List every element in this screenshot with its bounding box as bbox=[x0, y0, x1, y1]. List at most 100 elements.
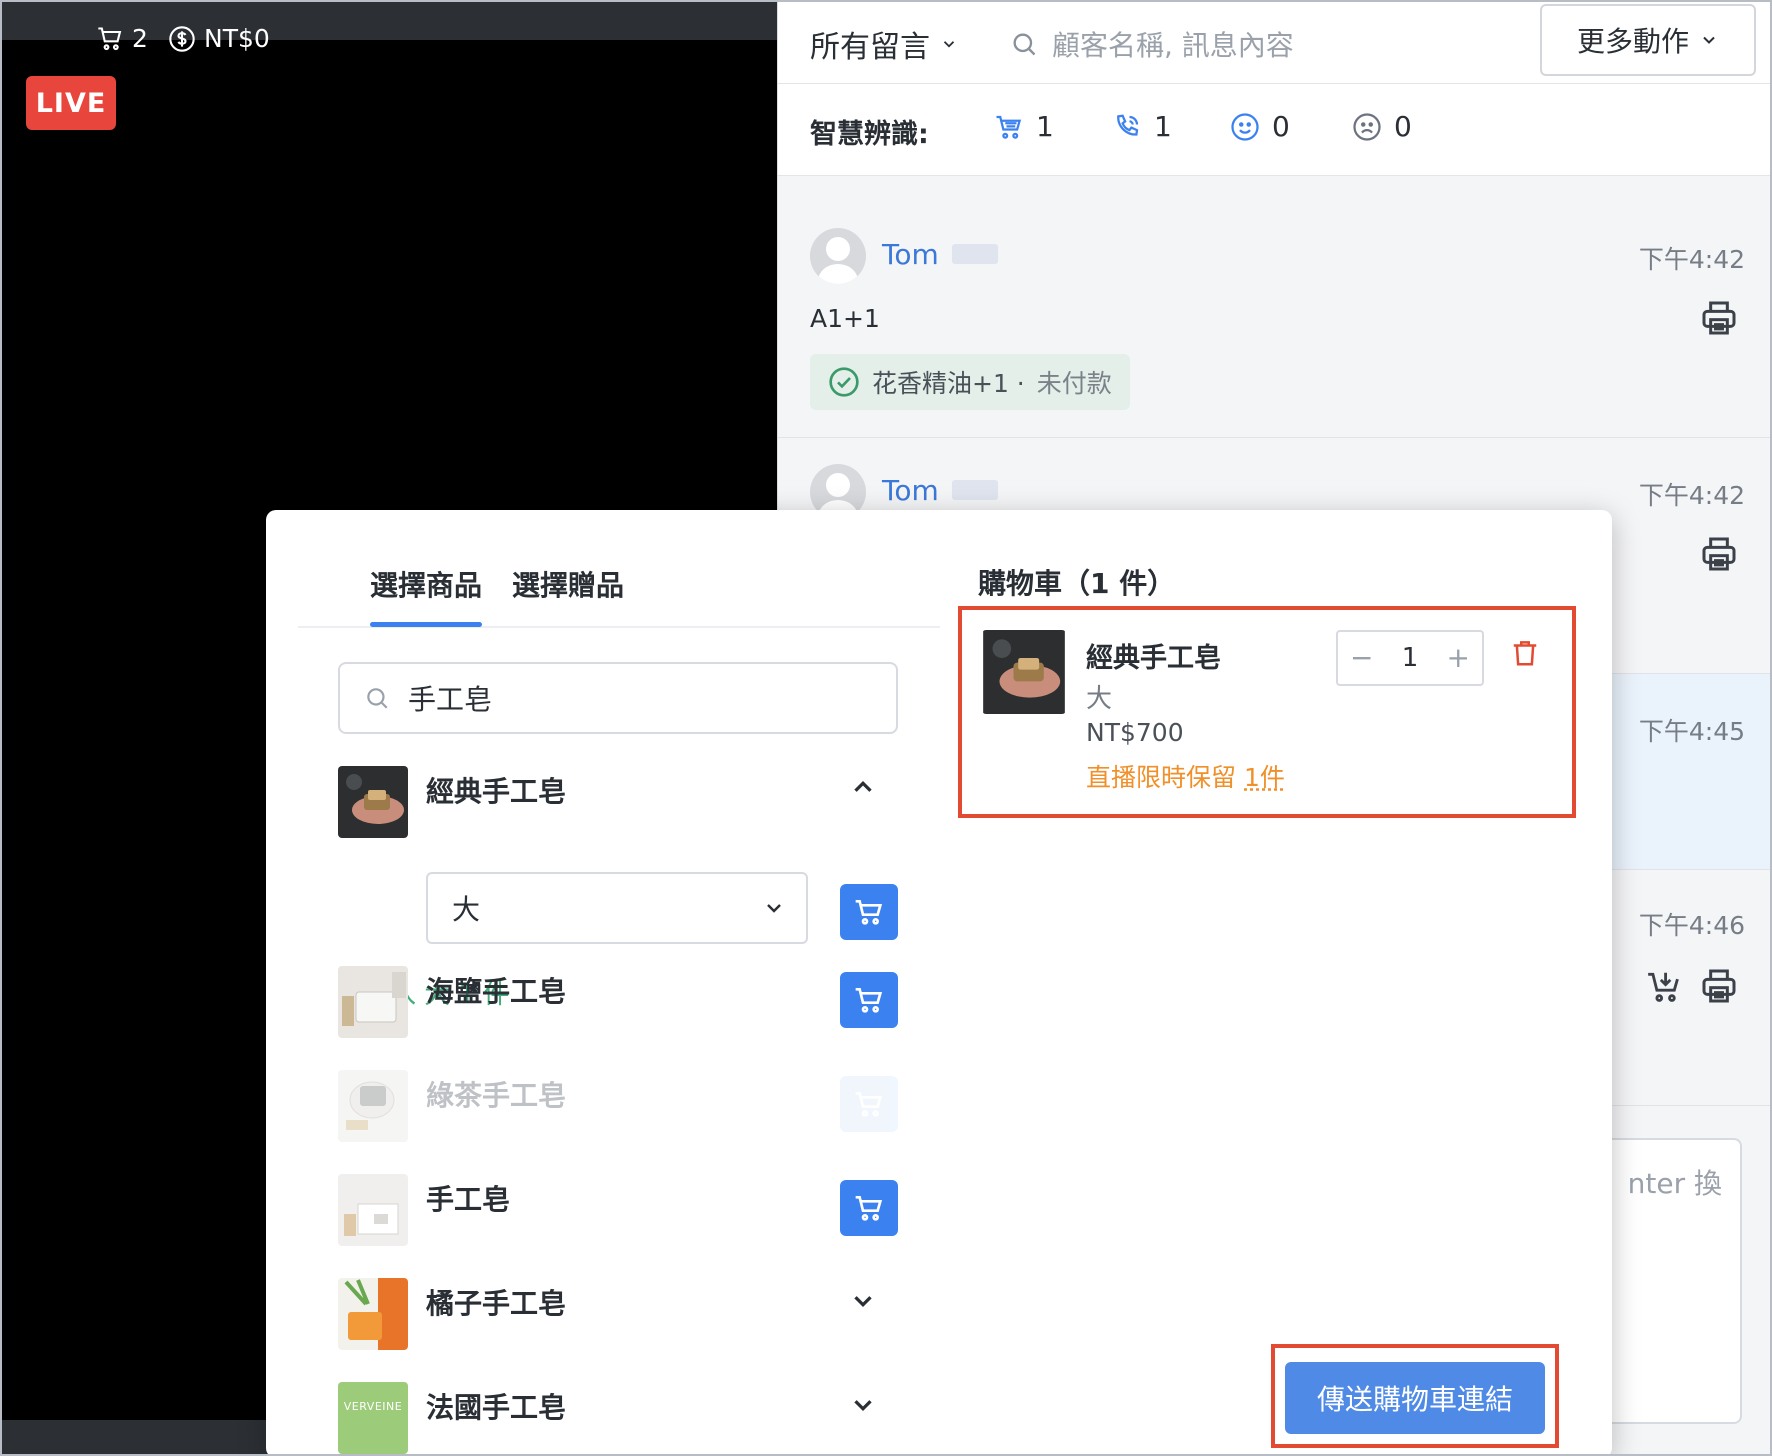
cart-item-variant: 大 bbox=[1086, 684, 1113, 714]
commenter-name-redacted bbox=[952, 480, 998, 500]
quantity-value[interactable]: 1 bbox=[1402, 643, 1419, 673]
collapse-toggle[interactable] bbox=[848, 772, 878, 806]
send-cart-link-button[interactable]: 傳送購物車連結 bbox=[1285, 1362, 1545, 1434]
product-thumbnail-text: VERVEINE bbox=[343, 1400, 403, 1413]
cart-item-name: 經典手工皂 bbox=[1086, 643, 1221, 674]
more-actions-label: 更多動作 bbox=[1576, 25, 1689, 58]
product-item: 橘子手工皂 bbox=[338, 1278, 900, 1358]
smart-filter-negative[interactable]: 0 bbox=[1352, 110, 1412, 143]
product-name: 海鹽手工皂 bbox=[426, 975, 567, 1008]
product-name: 法國手工皂 bbox=[426, 1391, 567, 1424]
decrease-button[interactable]: − bbox=[1350, 644, 1373, 672]
product-name: 手工皂 bbox=[426, 1183, 511, 1216]
comment-time: 下午4:45 bbox=[1638, 717, 1745, 746]
variant-select[interactable]: 大 bbox=[426, 872, 808, 944]
comment-time: 下午4:42 bbox=[1638, 481, 1745, 510]
smart-filter-cart[interactable]: 1 bbox=[994, 110, 1054, 143]
product-item: 海鹽手工皂 bbox=[338, 966, 900, 1046]
comment-time: 下午4:46 bbox=[1638, 911, 1745, 940]
add-to-cart-button[interactable] bbox=[840, 1180, 898, 1236]
comment-search-input[interactable]: 顧客名稱, 訊息內容 bbox=[1010, 24, 1294, 64]
smart-count-positive: 0 bbox=[1272, 110, 1290, 143]
commenter-name[interactable]: Tom bbox=[882, 238, 939, 271]
check-circle-icon bbox=[829, 367, 859, 397]
product-thumbnail: VERVEINE bbox=[338, 1382, 408, 1454]
product-thumbnail bbox=[338, 1278, 408, 1350]
smart-recognition-bar: 智慧辨識: 1 1 0 0 bbox=[778, 84, 1770, 176]
product-item: 手工皂 bbox=[338, 1174, 900, 1254]
remove-item-button[interactable] bbox=[1510, 638, 1540, 672]
product-name: 橘子手工皂 bbox=[426, 1287, 567, 1320]
smart-filter-positive[interactable]: 0 bbox=[1230, 110, 1290, 143]
cart-count: 2 bbox=[132, 24, 148, 53]
cart-item-price: NT$700 bbox=[1086, 718, 1184, 747]
product-name: 經典手工皂 bbox=[426, 775, 567, 808]
print-button[interactable] bbox=[1699, 298, 1739, 342]
cart-title: 購物車（1 件） bbox=[978, 567, 1176, 600]
trash-icon bbox=[1513, 641, 1537, 666]
expand-toggle[interactable] bbox=[848, 1390, 878, 1424]
chevron-up-icon bbox=[854, 780, 872, 792]
add-to-cart-button[interactable] bbox=[840, 884, 898, 940]
tab-select-products[interactable]: 選擇商品 bbox=[370, 564, 482, 604]
expand-toggle[interactable] bbox=[848, 1286, 878, 1320]
reserve-label: 直播限時保留 bbox=[1086, 763, 1237, 792]
commenter-name[interactable]: Tom bbox=[882, 474, 939, 507]
smart-count-cart: 1 bbox=[1036, 110, 1054, 143]
product-name: 綠茶手工皂 bbox=[426, 1079, 567, 1112]
product-search-input[interactable]: 手工皂 bbox=[338, 662, 898, 734]
smile-icon bbox=[1231, 112, 1259, 141]
add-to-cart-action[interactable] bbox=[1645, 968, 1683, 1010]
frown-icon bbox=[1353, 112, 1381, 141]
cart-item-thumbnail bbox=[982, 630, 1066, 714]
chevron-down-icon bbox=[943, 41, 955, 48]
cart-icon bbox=[996, 115, 1022, 139]
smart-filter-phone[interactable]: 1 bbox=[1112, 110, 1172, 143]
product-picker-modal: 選擇商品 選擇贈品 手工皂 經典手工皂 大 已加入 大 1 件 海鹽手工皂 綠茶… bbox=[266, 510, 1612, 1454]
product-item: 綠茶手工皂 bbox=[338, 1070, 900, 1150]
cart-icon bbox=[855, 1092, 883, 1117]
search-icon bbox=[367, 688, 388, 709]
comment-item: Tom 下午4:42 A1+1 花香精油+1 · 未付款 bbox=[778, 202, 1770, 438]
commenter-name-redacted bbox=[952, 244, 998, 264]
chevron-down-icon bbox=[854, 1296, 872, 1308]
chevron-down-icon bbox=[854, 1400, 872, 1412]
app-window: 2 NT$0 LIVE 所有留言 顧客名稱, 訊息內容 更多動作 智慧辨識: 1… bbox=[0, 0, 1772, 1456]
search-icon bbox=[1013, 33, 1036, 56]
add-to-cart-button[interactable] bbox=[840, 1076, 898, 1132]
product-search-value: 手工皂 bbox=[408, 683, 493, 716]
printer-icon bbox=[1702, 537, 1736, 571]
comment-filter-select[interactable]: 所有留言 bbox=[810, 22, 958, 66]
order-status: 未付款 bbox=[1036, 369, 1112, 398]
more-actions-button[interactable]: 更多動作 bbox=[1540, 4, 1756, 76]
cart-icon bbox=[98, 26, 122, 50]
reserve-qty[interactable]: 1件 bbox=[1244, 763, 1285, 792]
print-button[interactable] bbox=[1699, 966, 1739, 1010]
product-thumbnail bbox=[338, 766, 408, 838]
tab-select-gifts[interactable]: 選擇贈品 bbox=[512, 564, 624, 604]
cart-count-stat: 2 bbox=[96, 24, 148, 53]
active-tab-indicator bbox=[370, 622, 482, 627]
cart-icon bbox=[855, 1196, 883, 1221]
smart-recognition-label: 智慧辨識: bbox=[810, 119, 929, 150]
add-to-cart-button[interactable] bbox=[840, 972, 898, 1028]
variant-selected: 大 bbox=[452, 893, 481, 926]
amount-stat: NT$0 bbox=[168, 24, 270, 53]
cart-item: 經典手工皂 大 NT$700 直播限時保留 1件 − 1 + bbox=[958, 606, 1576, 818]
comment-filter-label: 所有留言 bbox=[810, 30, 930, 65]
send-button-highlight: 傳送購物車連結 bbox=[1271, 1344, 1559, 1448]
cart-icon bbox=[855, 988, 883, 1013]
product-thumbnail bbox=[338, 966, 408, 1038]
smart-count-phone: 1 bbox=[1154, 110, 1172, 143]
comment-search-placeholder: 顧客名稱, 訊息內容 bbox=[1052, 29, 1294, 62]
cart-reserve-note: 直播限時保留 1件 bbox=[1086, 758, 1285, 794]
avatar bbox=[810, 228, 866, 284]
increase-button[interactable]: + bbox=[1447, 644, 1470, 672]
amount-value: NT$0 bbox=[204, 24, 270, 53]
order-item-label: 花香精油+1 · bbox=[872, 369, 1025, 398]
print-button[interactable] bbox=[1699, 534, 1739, 578]
chevron-down-icon bbox=[1703, 36, 1715, 44]
order-tag[interactable]: 花香精油+1 · 未付款 bbox=[810, 354, 1130, 410]
printer-icon bbox=[1702, 301, 1736, 335]
product-thumbnail bbox=[338, 1174, 408, 1246]
